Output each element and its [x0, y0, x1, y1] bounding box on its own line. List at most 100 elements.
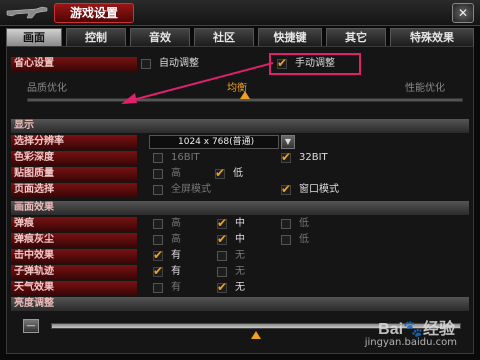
effects-row-label: 天气效果 — [11, 281, 137, 295]
resolution-select[interactable]: 1024 x 768(普通) — [149, 135, 279, 149]
effects-option[interactable]: 中 — [217, 216, 267, 231]
effects-checkbox[interactable] — [153, 219, 163, 229]
texture-label: 贴图质量 — [11, 167, 137, 181]
annotation-highlight-box — [269, 53, 361, 75]
quality-right-label: 性能优化 — [405, 83, 445, 94]
effects-option-label: 有 — [171, 282, 181, 293]
settings-panel: 省心设置 自动调整 手动调整 品质优化 均衡 性能优化 显示 选择分辨率 102… — [6, 46, 474, 354]
windowed-option[interactable]: 窗口模式 — [281, 182, 381, 197]
color-16bit-checkbox[interactable] — [153, 153, 163, 163]
effects-checkbox[interactable] — [217, 216, 227, 230]
fullscreen-label: 全屏模式 — [171, 184, 211, 195]
annotation-arrow — [121, 62, 274, 104]
dropdown-arrow-icon[interactable]: ▼ — [281, 135, 295, 149]
tab-audio[interactable]: 音效 — [130, 28, 190, 46]
window-mode-label: 页面选择 — [11, 183, 137, 197]
effects-option[interactable]: 无 — [217, 249, 267, 263]
effects-option-label: 低 — [299, 234, 309, 245]
effects-row: 天气效果 有 无 — [11, 280, 469, 295]
effects-option[interactable]: 低 — [281, 217, 331, 231]
watermark-brand: 经验 — [422, 321, 455, 338]
resolution-row: 选择分辨率 1024 x 768(普通) ▼ — [11, 135, 469, 149]
effects-row: 弹痕 高 中 低 — [11, 216, 469, 231]
effects-option-label: 无 — [235, 250, 245, 261]
color-32bit-checkbox[interactable] — [281, 150, 291, 164]
title-bar: 游戏设置 ✕ — [0, 0, 480, 26]
effects-option[interactable]: 中 — [217, 232, 267, 247]
effects-option-label: 有 — [171, 250, 181, 261]
texture-low-option[interactable]: 低 — [215, 166, 275, 181]
tab-special-effects[interactable]: 特殊效果 — [390, 28, 474, 46]
close-button[interactable]: ✕ — [452, 3, 474, 23]
effects-checkbox[interactable] — [153, 264, 163, 278]
effects-row: 子弹轨迹 有 无 — [11, 264, 469, 279]
texture-low-checkbox[interactable] — [215, 166, 225, 180]
texture-low-label: 低 — [233, 168, 243, 179]
effects-row: 击中效果 有 无 — [11, 248, 469, 263]
color-16bit-option[interactable]: 16BIT — [153, 151, 253, 165]
effects-checkbox[interactable] — [217, 267, 227, 277]
tab-control[interactable]: 控制 — [66, 28, 126, 46]
effects-row-label: 击中效果 — [11, 249, 137, 263]
tab-other[interactable]: 其它 — [326, 28, 386, 46]
effects-row-label: 子弹轨迹 — [11, 265, 137, 279]
effects-option[interactable]: 有 — [153, 281, 203, 295]
tab-graphics[interactable]: 画面 — [6, 28, 62, 46]
effects-checkbox[interactable] — [153, 283, 163, 293]
window-title: 游戏设置 — [54, 3, 134, 23]
baidu-watermark: Bai🐾经验 — [378, 315, 455, 339]
texture-high-label: 高 — [171, 168, 181, 179]
resolution-label: 选择分辨率 — [11, 135, 137, 149]
color-16bit-label: 16BIT — [171, 152, 200, 163]
tab-community[interactable]: 社区 — [194, 28, 254, 46]
effects-option[interactable]: 有 — [153, 248, 203, 263]
color-depth-row: 色彩深度 16BIT 32BIT — [11, 150, 469, 165]
effects-option-label: 无 — [235, 282, 245, 293]
windowed-label: 窗口模式 — [299, 184, 339, 195]
effects-checkbox[interactable] — [217, 232, 227, 246]
brightness-decrease-button[interactable]: — — [23, 319, 39, 333]
effects-option[interactable]: 高 — [153, 233, 203, 247]
brightness-slider-thumb[interactable] — [251, 331, 261, 339]
effects-option-label: 中 — [235, 234, 245, 245]
effects-checkbox[interactable] — [281, 219, 291, 229]
tab-hotkeys[interactable]: 快捷键 — [258, 28, 322, 46]
effects-checkbox[interactable] — [153, 235, 163, 245]
color-depth-label: 色彩深度 — [11, 151, 137, 165]
effects-option[interactable]: 低 — [281, 233, 331, 247]
effects-option[interactable]: 高 — [153, 217, 203, 231]
effects-option-label: 有 — [171, 266, 181, 277]
effects-option-label: 无 — [235, 266, 245, 277]
effects-row-label: 弹痕 — [11, 217, 137, 231]
effects-option-label: 低 — [299, 218, 309, 229]
fullscreen-option[interactable]: 全屏模式 — [153, 183, 253, 197]
watermark-bai: Bai — [378, 321, 404, 338]
color-32bit-label: 32BIT — [299, 152, 328, 163]
color-32bit-option[interactable]: 32BIT — [281, 150, 381, 165]
display-section-heading: 显示 — [11, 119, 469, 133]
effects-checkbox[interactable] — [153, 248, 163, 262]
effects-checkbox[interactable] — [281, 235, 291, 245]
texture-high-checkbox[interactable] — [153, 169, 163, 179]
resolution-value: 1024 x 768(普通) — [178, 137, 255, 147]
effects-row: 弹痕灰尘 高 中 低 — [11, 232, 469, 247]
brightness-section-heading: 亮度调整 — [11, 297, 469, 311]
paw-icon: 🐾 — [403, 321, 423, 338]
texture-row: 贴图质量 高 低 — [11, 166, 469, 181]
effects-checkbox[interactable] — [217, 280, 227, 294]
fullscreen-checkbox[interactable] — [153, 185, 163, 195]
effects-option[interactable]: 有 — [153, 264, 203, 279]
effects-checkbox[interactable] — [217, 251, 227, 261]
effects-row-label: 弹痕灰尘 — [11, 233, 137, 247]
tab-bar: 画面 控制 音效 社区 快捷键 其它 特殊效果 — [6, 28, 474, 46]
quality-left-label: 品质优化 — [27, 83, 67, 94]
window-mode-row: 页面选择 全屏模式 窗口模式 — [11, 182, 469, 197]
effects-option-label: 中 — [235, 218, 245, 229]
effects-option[interactable]: 无 — [217, 280, 267, 295]
windowed-checkbox[interactable] — [281, 182, 291, 196]
effects-option-label: 高 — [171, 218, 181, 229]
effects-option-label: 高 — [171, 234, 181, 245]
effects-option[interactable]: 无 — [217, 265, 267, 279]
texture-high-option[interactable]: 高 — [153, 167, 213, 181]
effects-section-heading: 画面效果 — [11, 201, 469, 215]
